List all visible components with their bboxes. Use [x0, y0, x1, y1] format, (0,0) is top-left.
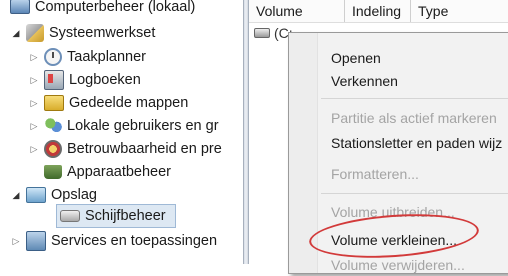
column-header-volume[interactable]: Volume — [249, 0, 345, 22]
tree-item-label: Lokale gebruikers en gr — [67, 118, 219, 134]
disk-icon — [254, 28, 270, 38]
computer-icon — [10, 0, 30, 14]
menu-item-mark-active: Partitie als actief markeren — [331, 110, 497, 126]
tree-item-storage[interactable]: ◢ Opslag — [10, 184, 97, 206]
navigation-tree: Computerbeheer (lokaal) ◢ Systeemwerkset… — [0, 0, 243, 264]
tree-item-label: Taakplanner — [67, 49, 146, 65]
tree-item-system-tools[interactable]: ◢ Systeemwerkset — [10, 22, 155, 44]
tools-icon — [26, 24, 44, 42]
expand-arrow-icon[interactable]: ▷ — [28, 97, 40, 109]
tree-item-shared-folders[interactable]: ▷ Gedeelde mappen — [28, 92, 188, 114]
menu-item-change-drive-letter[interactable]: Stationsletter en paden wijz — [331, 132, 502, 154]
tree-item-label: Logboeken — [69, 72, 141, 88]
device-manager-icon — [44, 165, 62, 179]
table-row[interactable]: (C: — [249, 23, 293, 43]
tree-item-label: Betrouwbaarheid en pre — [67, 141, 222, 157]
tree-item-device-manager[interactable]: Apparaatbeheer — [44, 161, 171, 183]
expand-arrow-icon[interactable]: ▷ — [28, 120, 40, 132]
users-icon — [44, 117, 62, 135]
menu-item-delete-volume: Volume verwijderen... — [331, 257, 465, 273]
menu-item-explore[interactable]: Verkennen — [331, 70, 398, 92]
storage-icon — [26, 187, 46, 203]
column-header-layout[interactable]: Indeling — [345, 0, 411, 22]
menu-item-format: Formatteren... — [331, 166, 419, 182]
disk-icon — [60, 210, 80, 222]
tree-item-label: Apparaatbeheer — [67, 164, 171, 180]
expand-arrow-icon[interactable]: ▷ — [28, 51, 40, 63]
tree-item-computer-management[interactable]: Computerbeheer (lokaal) — [10, 0, 195, 18]
tree-item-label: Opslag — [51, 187, 97, 203]
tree-item-label: Services en toepassingen — [51, 233, 218, 249]
tree-item-reliability[interactable]: ▷ Betrouwbaarheid en pre — [28, 138, 222, 160]
clock-icon — [44, 48, 62, 66]
collapse-arrow-icon[interactable]: ◢ — [10, 27, 22, 39]
menu-separator — [321, 98, 508, 99]
shared-folder-icon — [44, 95, 64, 111]
event-viewer-icon — [44, 70, 64, 90]
expand-arrow-icon[interactable]: ▷ — [28, 143, 40, 155]
menu-separator — [321, 193, 508, 194]
tree-item-label: Computerbeheer (lokaal) — [35, 0, 196, 15]
tree-item-label: Systeemwerkset — [49, 25, 156, 41]
tree-item-services-applications[interactable]: ▷ Services en toepassingen — [10, 230, 217, 252]
services-icon — [26, 231, 46, 251]
collapse-arrow-icon[interactable]: ◢ — [10, 189, 22, 201]
tree-item-local-users[interactable]: ▷ Lokale gebruikers en gr — [28, 115, 219, 137]
performance-icon — [44, 140, 62, 158]
tree-item-label: Gedeelde mappen — [69, 95, 189, 111]
menu-item-open[interactable]: Openen — [331, 47, 381, 69]
tree-item-task-scheduler[interactable]: ▷ Taakplanner — [28, 46, 146, 68]
expand-arrow-icon[interactable]: ▷ — [10, 235, 22, 247]
column-header-type[interactable]: Type — [411, 0, 508, 22]
tree-item-event-viewer[interactable]: ▷ Logboeken — [28, 69, 141, 91]
tree-item-label: Schijfbeheer — [85, 208, 166, 224]
expand-arrow-icon[interactable]: ▷ — [28, 74, 40, 86]
tree-item-disk-management[interactable]: Schijfbeheer — [60, 205, 166, 227]
